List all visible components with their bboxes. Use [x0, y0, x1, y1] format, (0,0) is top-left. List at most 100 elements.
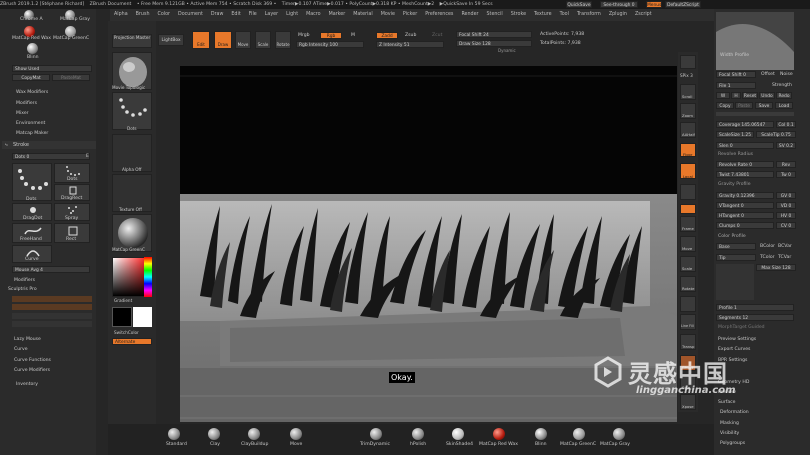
deformation-subpalette[interactable]: Deformation — [720, 410, 749, 415]
w-button[interactable]: W — [716, 92, 730, 99]
copy-mat-button[interactable]: CopyMat — [12, 74, 50, 81]
scalesize-slider[interactable]: ScaleSize 1.25 — [716, 131, 754, 138]
export-curves-subpalette[interactable]: Export Curves — [718, 347, 750, 352]
scale-view-icon[interactable]: Scale — [680, 256, 696, 272]
main-color-swatch[interactable] — [112, 307, 132, 327]
gravity-slider[interactable]: Gravity 0.12396 — [716, 192, 774, 199]
menu-zscript[interactable]: Zscript — [635, 12, 652, 17]
sculptris-slider-3[interactable] — [12, 313, 92, 319]
switch-color-button[interactable]: SwitchColor — [114, 330, 139, 335]
xyz-icon[interactable] — [680, 184, 696, 200]
menu-alpha[interactable]: Alpha — [114, 12, 128, 17]
modifiers-subpalette[interactable]: Modifiers — [14, 278, 35, 283]
bpr-render-icon[interactable] — [680, 55, 696, 69]
material-greenc-icon[interactable] — [573, 428, 585, 440]
brush-standard-icon[interactable] — [168, 428, 180, 440]
bcvar-label[interactable]: BCVar — [778, 244, 792, 249]
scaletip-slider[interactable]: ScaleTip 0.75 — [756, 131, 796, 138]
menu-zplugin[interactable]: Zplugin — [609, 12, 627, 17]
transp-icon[interactable]: Transp — [680, 334, 696, 350]
revolve-radius-label[interactable]: Revolve Radius — [718, 152, 753, 157]
secondary-color-swatch[interactable] — [133, 307, 152, 327]
brush-hpolish-icon[interactable] — [412, 428, 424, 440]
sculptris-slider-4[interactable] — [12, 321, 92, 327]
menu-layer[interactable]: Layer — [265, 12, 278, 17]
rgb-button[interactable]: Rgb — [320, 32, 342, 39]
sculptris-pro-subpalette[interactable]: Sculptris Pro — [8, 287, 37, 292]
menu-material[interactable]: Material — [353, 12, 373, 17]
environment-section[interactable]: Environment — [16, 121, 45, 126]
menu-stencil[interactable]: Stencil — [487, 12, 503, 17]
cv-slider[interactable]: CV 0 — [776, 222, 796, 229]
rotate-button[interactable]: Rotate — [275, 31, 291, 49]
surface-subpalette[interactable]: Surface — [718, 400, 736, 405]
brush-clay-icon[interactable] — [208, 428, 220, 440]
h-button[interactable]: H — [731, 92, 741, 99]
rgb-intensity-slider[interactable]: Rgb Intensity 100 — [296, 41, 364, 48]
masking-subpalette[interactable]: Masking — [720, 421, 739, 426]
zcut-button[interactable]: Zcut — [432, 33, 442, 38]
quicksave-button[interactable]: QuickSave — [566, 1, 592, 8]
polygroups-subpalette[interactable]: Polygroups — [720, 441, 745, 446]
file-slider[interactable]: File 1 — [716, 82, 756, 89]
local-icon[interactable]: Local — [680, 163, 696, 179]
move-view-icon[interactable]: Move — [680, 236, 696, 252]
gv-slider[interactable]: GV 0 — [776, 192, 796, 199]
menu-stroke[interactable]: Stroke — [511, 12, 526, 17]
menu-picker[interactable]: Picker — [403, 12, 417, 17]
floor-icon[interactable]: Floor — [680, 143, 696, 157]
tcolor-label[interactable]: TColor — [760, 255, 775, 260]
hue-strip[interactable] — [144, 257, 152, 297]
sv-slider[interactable]: SV 0.2 — [776, 142, 796, 149]
load-profile-button[interactable]: Load — [775, 102, 793, 109]
show-used-button[interactable]: Show Used — [12, 65, 92, 72]
menu-edit[interactable]: Edit — [231, 12, 240, 17]
stroke-palette-header[interactable]: ⤷ Stroke — [2, 141, 96, 149]
mrgb-button[interactable]: Mrgb — [298, 33, 310, 38]
htangent-slider[interactable]: HTangent 0 — [716, 212, 774, 219]
m-button[interactable]: M — [351, 33, 355, 38]
menu-tool[interactable]: Tool — [560, 12, 569, 17]
base-button[interactable]: Base — [716, 243, 756, 250]
focal-shift-slider[interactable]: Focal Shift 24 — [456, 31, 532, 38]
rotate-view-icon[interactable]: Rotate — [680, 276, 696, 292]
offset-label[interactable]: Offset — [761, 72, 775, 77]
strength-label[interactable]: Strength — [772, 83, 792, 88]
menu-texture[interactable]: Texture — [534, 12, 552, 17]
dynamic-button[interactable]: Dynamic — [498, 48, 516, 53]
lightbox-button[interactable]: LightBox — [158, 34, 184, 46]
sculptris-slider-1[interactable] — [12, 296, 92, 302]
zsub-button[interactable]: Zsub — [405, 33, 416, 38]
material-skinshade-icon[interactable] — [452, 428, 464, 440]
material-gray-icon[interactable] — [613, 428, 625, 440]
clumps-slider[interactable]: Clumps 0 — [716, 222, 774, 229]
modifiers-section[interactable]: Modifiers — [16, 101, 37, 106]
matcap-maker-section[interactable]: Matcap Maker — [16, 131, 48, 136]
brush-trimdynamic-icon[interactable] — [370, 428, 382, 440]
transp-xyz-icon[interactable] — [680, 204, 696, 214]
curve-functions-subpalette[interactable]: Curve Functions — [14, 358, 51, 363]
gradient-label[interactable]: Gradient — [114, 298, 132, 303]
material-blinn-icon[interactable] — [535, 428, 547, 440]
alternate-button[interactable]: Alternate — [112, 338, 152, 345]
morph-target-guided-button[interactable]: MorphTarget Guided — [718, 325, 765, 330]
wax-modifiers-section[interactable]: Wax Modifiers — [16, 90, 48, 95]
brush-move-icon[interactable] — [290, 428, 302, 440]
noise-label[interactable]: Noise — [780, 72, 793, 77]
xpose-icon[interactable]: Xpose — [680, 394, 696, 410]
profile-slider[interactable]: Profile 1 — [716, 304, 794, 311]
menus-button[interactable]: Menus — [646, 1, 662, 8]
aahalf-icon[interactable]: AAHalf — [680, 122, 696, 138]
paste-mat-button[interactable]: PasteMat — [52, 74, 90, 81]
menu-light[interactable]: Light — [286, 12, 298, 17]
preview-settings-subpalette[interactable]: Preview Settings — [718, 337, 756, 342]
curve-modifiers-subpalette[interactable]: Curve Modifiers — [14, 368, 50, 373]
mixer-section[interactable]: Mixer — [16, 111, 29, 116]
gravity-profile-label[interactable]: Gravity Profile — [718, 182, 751, 187]
draw-size-slider[interactable]: Draw Size 128 — [456, 40, 532, 47]
material-redwax-icon[interactable] — [493, 428, 505, 440]
copy-profile-button[interactable]: Copy — [716, 102, 734, 109]
visibility-subpalette[interactable]: Visibility — [720, 431, 739, 436]
revolve-rate-slider[interactable]: Revolve Rate 0 — [716, 161, 774, 168]
menu-transform[interactable]: Transform — [577, 12, 601, 17]
